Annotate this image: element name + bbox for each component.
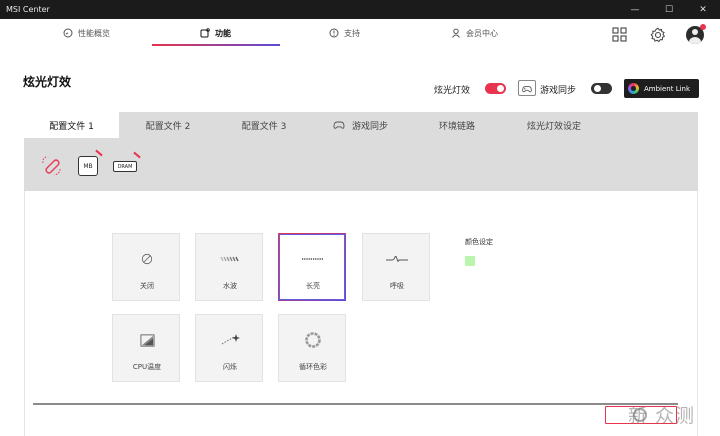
effect-label: 关闭 bbox=[140, 282, 154, 290]
effect-label: 闪烁 bbox=[223, 363, 237, 371]
gamepad-icon bbox=[518, 80, 536, 96]
window-controls: — ☐ ✕ bbox=[618, 0, 720, 19]
tab-profile-3[interactable]: 配置文件 3 bbox=[224, 112, 304, 138]
tab-support[interactable]: 支持 bbox=[329, 19, 360, 47]
cpu-temp-icon bbox=[113, 332, 181, 348]
tab-label: 环境链路 bbox=[438, 121, 475, 132]
tab-game-sync[interactable]: 游戏同步 bbox=[324, 112, 396, 138]
mainboard-label: MB bbox=[83, 162, 93, 170]
minimize-button[interactable]: — bbox=[618, 0, 652, 19]
window-title: MSI Center bbox=[6, 5, 50, 14]
lighting-toggle[interactable] bbox=[485, 83, 506, 94]
tab-environment-link[interactable]: 环境链路 bbox=[424, 112, 490, 138]
ambient-link-button[interactable]: Ambient Link bbox=[624, 79, 699, 98]
effect-color-cycle[interactable]: 循环色彩 bbox=[278, 314, 346, 382]
tab-label: 配置文件 3 bbox=[241, 121, 287, 132]
steady-icon bbox=[279, 251, 347, 267]
tab-profile-2[interactable]: 配置文件 2 bbox=[128, 112, 208, 138]
lighting-switch-label: 炫光灯效 bbox=[434, 86, 471, 96]
color-setting-label: 颜色设定 bbox=[465, 238, 493, 246]
page-title: 炫光灯效 bbox=[23, 75, 72, 89]
gear-icon[interactable] bbox=[650, 27, 666, 43]
tab-label: 配置文件 2 bbox=[145, 121, 191, 132]
effect-steady[interactable]: 长亮 bbox=[278, 233, 346, 301]
game-sync-toggle[interactable] bbox=[591, 83, 612, 94]
gauge-icon bbox=[63, 28, 73, 38]
effect-flash[interactable]: 闪烁 bbox=[195, 314, 263, 382]
maximize-button[interactable]: ☐ bbox=[652, 0, 686, 19]
notification-dot bbox=[700, 24, 706, 30]
tab-label: 配置文件 1 bbox=[49, 121, 94, 132]
tab-member-center[interactable]: 会员中心 bbox=[451, 19, 498, 47]
feature-icon bbox=[200, 28, 210, 38]
tab-label: 炫光灯效设定 bbox=[526, 121, 581, 132]
off-icon bbox=[113, 251, 181, 267]
wave-icon bbox=[196, 251, 264, 267]
tab-label: 游戏同步 bbox=[351, 121, 388, 132]
effect-off[interactable]: 关闭 bbox=[112, 233, 180, 301]
color-swatch[interactable] bbox=[465, 256, 475, 266]
ambient-link-label: Ambient Link bbox=[644, 84, 691, 93]
tab-label: 功能 bbox=[215, 28, 231, 38]
ambient-link-icon bbox=[628, 83, 639, 94]
effect-breathing[interactable]: 呼吸 bbox=[362, 233, 430, 301]
profile-tabs: 配置文件 1 配置文件 2 配置文件 3 游戏同步 环境链路 炫光灯效设定 bbox=[24, 112, 698, 138]
title-bar: MSI Center — ☐ ✕ bbox=[0, 0, 720, 19]
effect-label: 水波 bbox=[223, 282, 237, 290]
effect-cpu-temperature[interactable]: CPU温度 bbox=[112, 314, 180, 382]
dram-label: DRAM bbox=[117, 163, 133, 170]
member-icon bbox=[452, 28, 460, 38]
effect-label: 循环色彩 bbox=[299, 363, 327, 371]
tab-label: 会员中心 bbox=[466, 28, 498, 38]
color-cycle-icon bbox=[279, 332, 347, 348]
divider bbox=[33, 403, 678, 405]
tab-label: 支持 bbox=[344, 28, 360, 38]
tab-performance-overview[interactable]: 性能概览 bbox=[63, 19, 110, 47]
dram-icon[interactable]: DRAM bbox=[113, 151, 141, 172]
flash-icon bbox=[196, 332, 264, 348]
tab-label: 性能概览 bbox=[78, 28, 110, 38]
effect-label: 呼吸 bbox=[390, 282, 404, 290]
close-button[interactable]: ✕ bbox=[686, 0, 720, 19]
game-sync-switch-label: 游戏同步 bbox=[540, 86, 577, 96]
support-icon bbox=[329, 28, 339, 38]
tab-features[interactable]: 功能 bbox=[200, 19, 231, 47]
tab-lighting-settings[interactable]: 炫光灯效设定 bbox=[512, 112, 596, 138]
mainboard-icon[interactable]: MB bbox=[78, 149, 103, 176]
link-device-icon[interactable] bbox=[40, 153, 64, 181]
effect-label: 长亮 bbox=[306, 282, 320, 290]
watermark: 新 众测 bbox=[628, 405, 696, 427]
breathing-icon bbox=[363, 251, 431, 267]
grid-icon[interactable] bbox=[612, 27, 627, 42]
tab-profile-1[interactable]: 配置文件 1 bbox=[24, 112, 119, 138]
effect-label: CPU温度 bbox=[132, 363, 162, 371]
active-tab-underline bbox=[152, 44, 280, 46]
effect-wave[interactable]: 水波 bbox=[195, 233, 263, 301]
gamepad-icon bbox=[333, 121, 345, 129]
